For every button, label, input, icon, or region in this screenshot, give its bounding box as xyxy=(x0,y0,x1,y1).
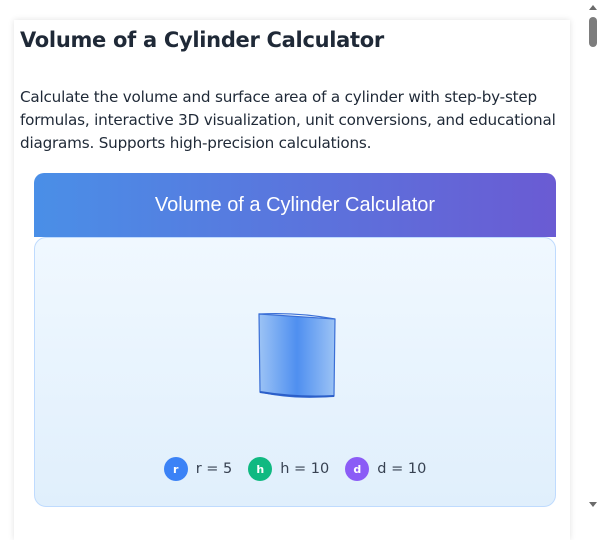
calculator-header: Volume of a Cylinder Calculator xyxy=(34,173,556,237)
calculator-card: Volume of a Cylinder Calculator r r = 5 … xyxy=(34,173,556,533)
height-label: h = 10 xyxy=(280,461,330,477)
height-badge-icon: h xyxy=(248,457,273,481)
scroll-down-arrow-icon[interactable] xyxy=(589,502,597,507)
radius-badge-icon: r xyxy=(163,457,188,481)
dimension-diameter: d d = 10 xyxy=(345,457,426,481)
page-title: Volume of a Cylinder Calculator xyxy=(20,28,384,52)
scrollbar-thumb[interactable] xyxy=(589,17,597,47)
cylinder-visualization-panel[interactable]: r r = 5 h h = 10 d d = 10 xyxy=(34,237,556,507)
dimension-radius: r r = 5 xyxy=(163,457,233,481)
radius-label: r = 5 xyxy=(195,461,233,477)
dimension-legend: r r = 5 h h = 10 d d = 10 xyxy=(35,457,555,481)
diameter-badge-icon: d xyxy=(345,457,370,481)
scroll-up-arrow-icon[interactable] xyxy=(589,5,597,10)
page-scrollbar[interactable] xyxy=(586,0,600,513)
calculator-header-title: Volume of a Cylinder Calculator xyxy=(154,193,436,216)
diameter-label: d = 10 xyxy=(377,461,427,477)
cylinder-3d-icon[interactable] xyxy=(255,308,339,400)
page-description: Calculate the volume and surface area of… xyxy=(20,88,556,152)
dimension-height: h h = 10 xyxy=(248,457,329,481)
